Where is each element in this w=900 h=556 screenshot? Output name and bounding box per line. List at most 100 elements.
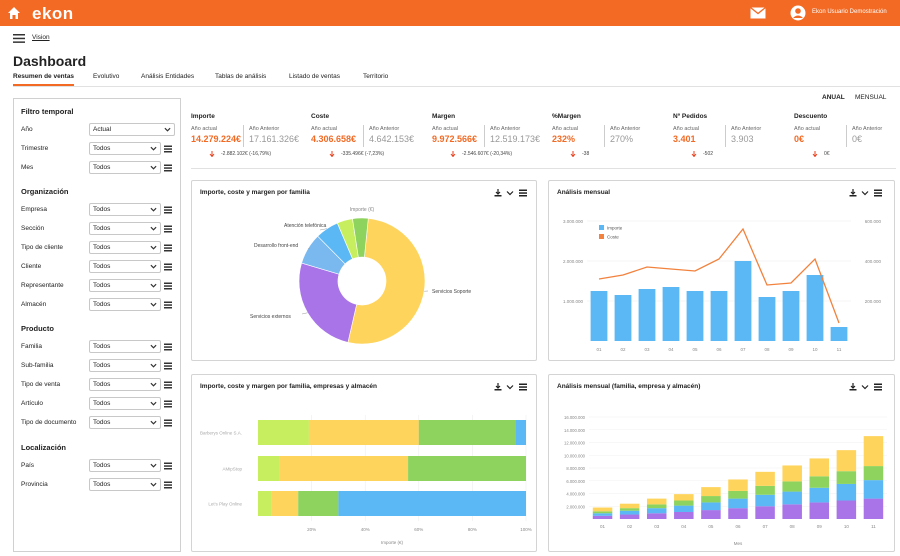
tab-analisis-entidades[interactable]: Análisis Entidades [141, 73, 194, 84]
list-icon[interactable] [164, 362, 172, 370]
list-icon[interactable] [164, 400, 172, 408]
list-icon[interactable] [164, 282, 172, 290]
filter-select[interactable]: Todos [89, 397, 161, 410]
stacked-bar-segment [646, 508, 667, 514]
filter-select[interactable]: Todos [89, 298, 161, 311]
bar-importe [686, 291, 704, 341]
period-annual-button[interactable]: ANUAL [822, 94, 845, 101]
filter-label: Provincia [21, 481, 48, 488]
filter-section-localizacion: Localización [21, 443, 67, 452]
chevron-down-icon [150, 207, 157, 212]
y2-tick-label: 200.000 [865, 299, 882, 304]
breadcrumb[interactable]: Vision [32, 34, 50, 41]
pie-chart: Importe (€) Servicios Soporte Servicios ex… [250, 207, 471, 345]
kpi-block: Margen Año actual Año Anterior 9.972.566€ 12… [432, 113, 552, 161]
stacked-bar-segment [782, 491, 802, 505]
app-logo[interactable]: ekon [32, 4, 74, 24]
kpi-current-value: 3.401 [673, 134, 696, 144]
hbar-segment [308, 420, 419, 445]
chevron-down-icon [150, 463, 157, 468]
filter-label: Año [21, 126, 33, 133]
list-icon[interactable] [164, 301, 172, 309]
filter-select[interactable]: Todos [89, 340, 161, 353]
filter-select[interactable]: Todos [89, 142, 161, 155]
user-name[interactable]: Ekon Usuario Demostración [812, 9, 887, 15]
bar-importe [710, 291, 728, 341]
stacked-bar-segment [619, 514, 640, 519]
kpi-previous-value: 3.903 [731, 134, 754, 144]
user-circle-icon[interactable] [790, 5, 806, 21]
x-tick-label: 10 [812, 347, 818, 352]
x-tick-label: 09 [817, 524, 823, 529]
chevron-down-icon [164, 127, 171, 132]
list-icon[interactable] [164, 244, 172, 252]
stacked-bar-segment [863, 436, 884, 467]
filter-select[interactable]: Todos [89, 459, 161, 472]
hbar-segment [271, 491, 299, 516]
hamburger-menu-icon[interactable] [13, 34, 25, 43]
list-icon[interactable] [164, 164, 172, 172]
chevron-down-icon [150, 146, 157, 151]
tab-listado-de-ventas[interactable]: Listado de ventas [289, 73, 340, 84]
filter-select[interactable]: Todos [89, 161, 161, 174]
stacked-bar-segment [836, 450, 857, 472]
list-icon[interactable] [164, 481, 172, 489]
x-tick-label: 40% [361, 527, 370, 532]
list-icon[interactable] [164, 381, 172, 389]
list-icon[interactable] [164, 419, 172, 427]
period-monthly-button[interactable]: MENSUAL [855, 94, 886, 101]
stacked-bar-segment [836, 500, 857, 519]
filter-select[interactable]: Todos [89, 359, 161, 372]
tab-tablas-de-analisis[interactable]: Tablas de análisis [215, 73, 266, 84]
y-tick-label: 1.000.000 [563, 299, 584, 304]
x-tick-label: 80% [468, 527, 477, 532]
filter-select[interactable]: Todos [89, 203, 161, 216]
stacked-bar-segment [728, 479, 748, 491]
list-icon[interactable] [164, 263, 172, 271]
list-icon[interactable] [164, 462, 172, 470]
filter-select[interactable]: Todos [89, 241, 161, 254]
mail-icon[interactable] [750, 7, 766, 19]
hbar-segment [258, 491, 272, 516]
stacked-bar-segment [619, 508, 640, 511]
list-icon[interactable] [164, 343, 172, 351]
list-icon[interactable] [164, 206, 172, 214]
tab-evolutivo[interactable]: Evolutivo [93, 73, 119, 84]
x-tick-label: 05 [692, 347, 698, 352]
filter-select[interactable]: Todos [89, 279, 161, 292]
stacked-bar-segment [592, 515, 613, 519]
y-tick-label: 2.000.000 [563, 259, 584, 264]
y-tick-label: 8.000.000 [566, 466, 585, 471]
kpi-separator [725, 125, 726, 147]
kpi-previous-label: Año Anterior [610, 126, 641, 132]
filter-section-temporal: Filtro temporal [21, 107, 74, 116]
kpi-title: Nº Pedidos [673, 113, 708, 120]
kpi-current-value: 0€ [794, 134, 805, 144]
x-axis-label: Importe (€) [381, 540, 404, 545]
home-icon[interactable] [6, 5, 22, 21]
chevron-down-icon [150, 302, 157, 307]
filter-select[interactable]: Todos [89, 478, 161, 491]
list-icon[interactable] [164, 145, 172, 153]
stacked-bar-segment [809, 458, 830, 477]
stacked-bar-segment [863, 498, 884, 519]
x-tick-label: 04 [668, 347, 674, 352]
filter-select-value: Todos [93, 362, 111, 369]
pie-slice-label: Servicios Soporte [432, 289, 471, 295]
filter-select[interactable]: Todos [89, 260, 161, 273]
filter-select[interactable]: Todos [89, 416, 161, 429]
tab-resumen-de-ventas[interactable]: Resumen de ventas [13, 73, 75, 86]
stacked-bar-segment [728, 508, 748, 519]
filter-select[interactable]: Actual [89, 123, 175, 136]
filter-select[interactable]: Todos [89, 222, 161, 235]
stacked-bar-segment [646, 513, 667, 519]
kpi-title: Coste [311, 113, 330, 120]
filter-select[interactable]: Todos [89, 378, 161, 391]
hbar-segment [258, 420, 309, 445]
list-icon[interactable] [164, 225, 172, 233]
filter-label: Empresa [21, 206, 48, 213]
x-tick-label: 20% [307, 527, 316, 532]
tab-territorio[interactable]: Territorio [363, 73, 388, 84]
hbar-segment [298, 491, 339, 516]
stacked-bar-segment [836, 471, 857, 484]
